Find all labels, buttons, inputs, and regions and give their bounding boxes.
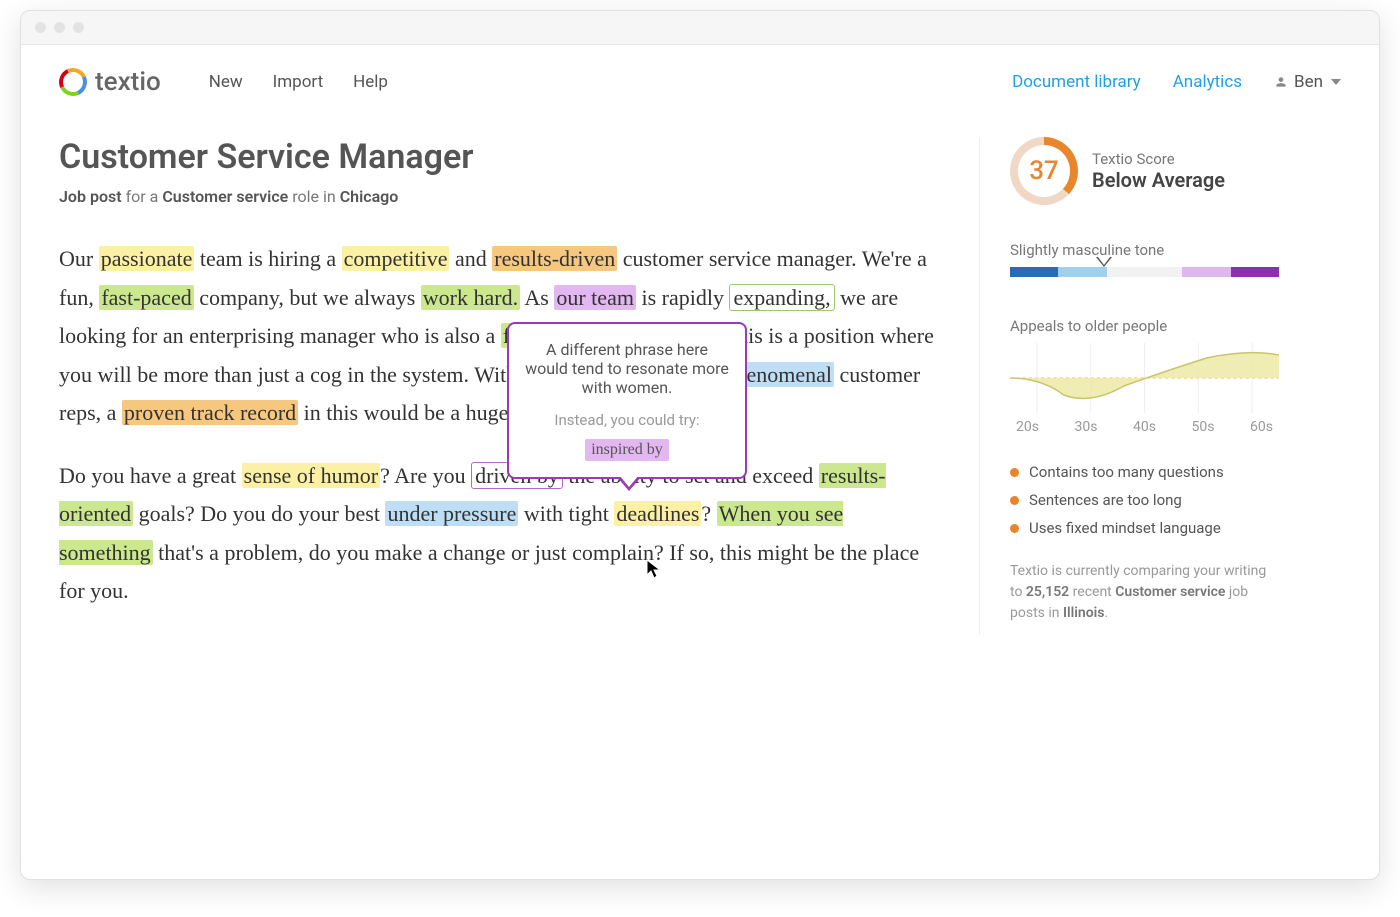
tone-label: Slightly masculine tone	[1010, 241, 1279, 259]
logo-ring-icon	[55, 64, 91, 100]
doc-subtitle: Job post for a Customer service role in …	[59, 187, 939, 206]
age-label: Appeals to older people	[1010, 317, 1279, 335]
suggestion-tooltip: A different phrase here would tend to re…	[507, 322, 747, 479]
paragraph-2: Do you have a great sense of humor? Are …	[59, 457, 939, 611]
logo[interactable]: textio	[59, 67, 161, 97]
link-document-library[interactable]: Document library	[1012, 72, 1141, 92]
nav-import[interactable]: Import	[273, 72, 324, 92]
highlight-deadlines[interactable]: deadlines	[614, 501, 701, 526]
window-max-dot[interactable]	[73, 22, 84, 33]
issue-item[interactable]: Uses fixed mindset language	[1010, 519, 1279, 537]
main: Customer Service Manager Job post for a …	[21, 107, 1379, 635]
nav-new[interactable]: New	[209, 72, 243, 92]
chevron-down-icon	[1331, 79, 1341, 85]
nav-help[interactable]: Help	[353, 72, 388, 92]
footer-location: Illinois	[1063, 605, 1105, 621]
user-name: Ben	[1294, 72, 1323, 92]
highlight-sense-of-humor[interactable]: sense of humor	[242, 463, 380, 488]
window-titlebar	[21, 11, 1379, 45]
link-analytics[interactable]: Analytics	[1173, 72, 1242, 92]
highlight-our-team[interactable]: our team	[554, 285, 636, 310]
highlight-competitive[interactable]: competitive	[342, 246, 450, 271]
score-row: 37 Textio Score Below Average	[1010, 137, 1279, 205]
user-icon	[1274, 75, 1288, 89]
highlight-results-driven[interactable]: results-driven	[492, 246, 617, 271]
doc-body[interactable]: Our passionate team is hiring a competit…	[59, 240, 939, 611]
highlight-fast-paced[interactable]: fast-paced	[99, 285, 193, 310]
age-chart: 20s 30s 40s 50s 60s	[1010, 343, 1279, 433]
highlight-proven-track-record[interactable]: proven track record	[122, 400, 298, 425]
paragraph-1: Our passionate team is hiring a competit…	[59, 240, 939, 433]
score-descriptor: Below Average	[1092, 168, 1225, 192]
issues-list: Contains too many questions Sentences ar…	[1010, 463, 1279, 537]
highlight-passionate[interactable]: passionate	[99, 246, 195, 271]
main-nav: New Import Help	[209, 72, 388, 92]
footer-count: 25,152	[1026, 584, 1069, 600]
subtitle-role: Customer service	[162, 187, 288, 206]
comparison-footer: Textio is currently comparing your writi…	[1010, 561, 1279, 624]
cursor-icon	[646, 559, 662, 579]
sidebar: 37 Textio Score Below Average Slightly m…	[979, 137, 1279, 635]
subtitle-prefix: Job post	[59, 187, 122, 206]
score-value: 37	[1029, 156, 1059, 186]
tooltip-try-label: Instead, you could try:	[523, 411, 731, 429]
app-window: textio New Import Help Document library …	[20, 10, 1380, 880]
issue-item[interactable]: Contains too many questions	[1010, 463, 1279, 481]
logo-text: textio	[95, 67, 161, 97]
footer-role: Customer service	[1115, 584, 1225, 600]
highlight-work-hard[interactable]: work hard.	[421, 285, 520, 310]
app-header: textio New Import Help Document library …	[21, 45, 1379, 107]
doc-title[interactable]: Customer Service Manager	[59, 137, 939, 177]
window-min-dot[interactable]	[54, 22, 65, 33]
tooltip-suggestion[interactable]: inspired by	[585, 439, 669, 461]
tone-bar	[1010, 267, 1279, 277]
highlight-expanding[interactable]: expanding,	[729, 284, 834, 311]
highlight-under-pressure[interactable]: under pressure	[385, 501, 518, 526]
score-label: Textio Score	[1092, 150, 1225, 168]
header-right: Document library Analytics Ben	[1012, 72, 1341, 92]
window-close-dot[interactable]	[35, 22, 46, 33]
age-tick-labels: 20s 30s 40s 50s 60s	[1010, 419, 1279, 435]
user-menu[interactable]: Ben	[1274, 72, 1341, 92]
issue-item[interactable]: Sentences are too long	[1010, 491, 1279, 509]
editor[interactable]: Customer Service Manager Job post for a …	[59, 137, 939, 635]
tooltip-message: A different phrase here would tend to re…	[523, 340, 731, 397]
tone-marker-icon	[1096, 257, 1112, 267]
score-circle: 37	[1010, 137, 1078, 205]
subtitle-location: Chicago	[340, 187, 399, 206]
